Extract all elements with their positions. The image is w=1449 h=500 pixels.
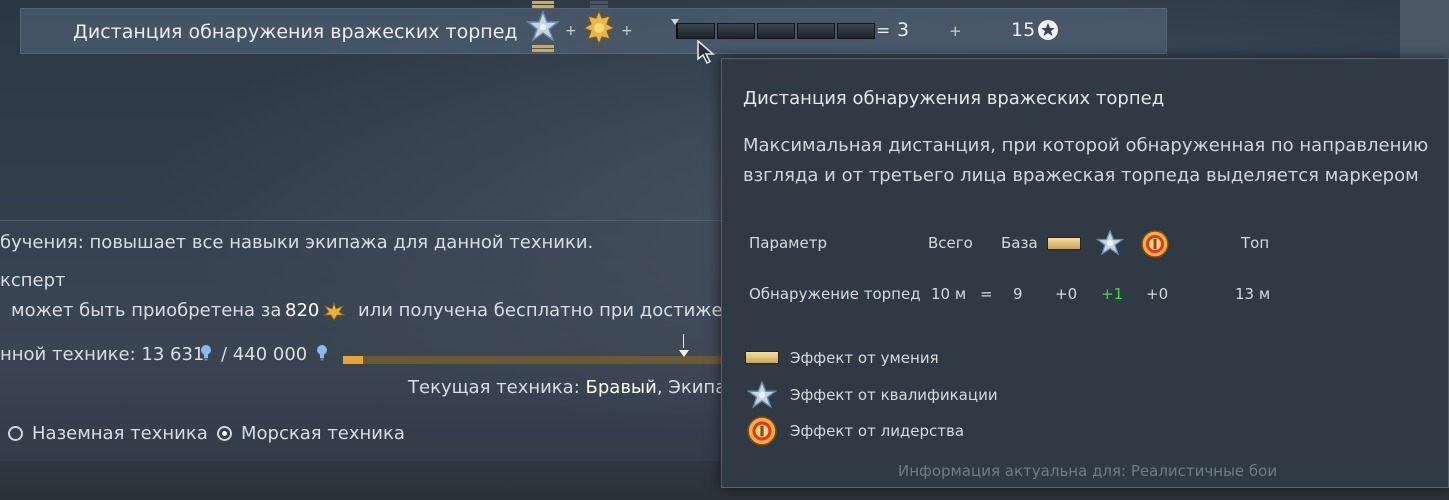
skill-tooltip: Дистанция обнаружения вражеских торпед М… (721, 58, 1449, 488)
purchase-price: 820 (285, 300, 320, 321)
row-skill: +0 (1055, 285, 1078, 303)
tooltip-description: Максимальная дистанция, при которой обна… (743, 135, 1429, 186)
row-base: 9 (1013, 285, 1023, 303)
skill-title: Дистанция обнаружения вражеских торпед (73, 21, 518, 43)
research-progress-bar (343, 356, 743, 364)
row-param: Обнаружение торпед (749, 285, 921, 303)
skill-level-bar[interactable] (676, 23, 875, 39)
progress-marker (683, 334, 684, 348)
qualification-star-icon (526, 1, 560, 52)
current-vehicle-name: Бравый (585, 377, 657, 398)
skill-segment[interactable] (757, 23, 795, 39)
background-strip (1400, 0, 1449, 60)
research-points-b: / 440 000 (221, 344, 308, 365)
rp-bulb-icon (317, 345, 327, 361)
row-leadership: +0 (1146, 285, 1169, 303)
plus-sign: + (621, 23, 633, 39)
skill-bar-icon (1047, 237, 1081, 250)
leadership-medal-icon (1141, 230, 1169, 258)
header-top: Топ (1241, 234, 1270, 252)
expert-badge-icon (582, 1, 616, 53)
skill-segment[interactable] (837, 23, 875, 39)
level-pointer-icon (671, 19, 679, 25)
skill-segment[interactable] (797, 23, 835, 39)
equals-sign: = (876, 21, 891, 41)
progress-marker-pointer (679, 350, 689, 357)
header-total: Всего (928, 234, 973, 252)
legend-skill: Эффект от умения (790, 349, 939, 367)
skill-value: 3 (897, 19, 910, 41)
radio-ground[interactable] (8, 426, 23, 441)
row-total: 10 м (931, 285, 967, 303)
purchase-text-a: может быть приобретена за (11, 300, 282, 321)
purchase-text-b: или получена бесплатно при достиже (358, 300, 723, 321)
progress-fill (343, 356, 363, 364)
qualification-star-icon (1096, 229, 1124, 256)
legend-qualification: Эффект от квалификации (790, 386, 998, 404)
skill-segment[interactable] (717, 23, 755, 39)
tooltip-footer: Информация актуальна для: Реалистичные б… (898, 462, 1278, 480)
skill-cost: 15 (1011, 19, 1036, 41)
leadership-medal-icon (747, 416, 777, 446)
header-base: База (1001, 234, 1038, 252)
eagle-icon (323, 301, 345, 321)
radio-ground-label[interactable]: Наземная техника (32, 423, 208, 444)
research-points-a: нной технике: 13 631 (0, 344, 205, 365)
expert-label: ксперт (0, 270, 66, 291)
tooltip-title: Дистанция обнаружения вражеских торпед (743, 88, 1165, 109)
skill-segment[interactable] (676, 23, 715, 39)
current-vehicle-prefix: Текущая техника: (408, 377, 580, 398)
row-equals: = (980, 285, 993, 303)
rp-bulb-icon (201, 345, 211, 361)
current-vehicle-label: Текущая техника: Бравый, Экипаж (408, 377, 742, 398)
skill-row[interactable]: Дистанция обнаружения вражеских торпед +… (20, 1, 1167, 54)
legend-leadership: Эффект от лидерства (790, 422, 965, 440)
radio-naval-label[interactable]: Морская техника (241, 423, 405, 444)
row-top: 13 м (1235, 285, 1271, 303)
radio-naval[interactable] (217, 426, 232, 441)
header-param: Параметр (749, 234, 827, 252)
increase-button[interactable]: + (949, 22, 962, 40)
skill-bar-icon (745, 351, 779, 364)
mouse-cursor-icon (697, 40, 716, 64)
qualification-star-icon (747, 380, 777, 409)
crew-training-text: бучения: повышает все навыки экипажа для… (0, 232, 594, 253)
plus-sign: + (565, 23, 577, 39)
row-qualification: +1 (1101, 285, 1124, 303)
cost-star-icon (1038, 20, 1058, 40)
